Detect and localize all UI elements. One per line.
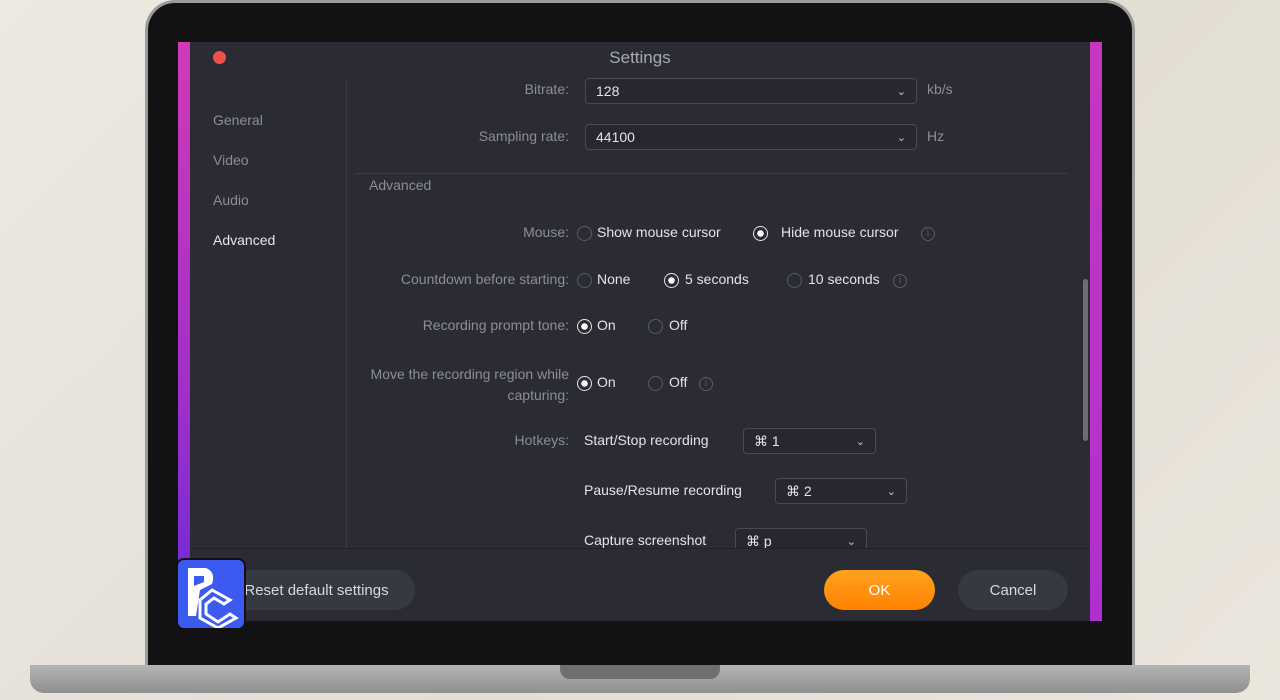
bitrate-unit: kb/s [927, 81, 953, 97]
bitrate-select[interactable]: 128 ⌄ [585, 78, 917, 104]
option-show-mouse-cursor[interactable]: Show mouse cursor [597, 224, 721, 240]
chevron-down-icon: ⌄ [896, 131, 906, 144]
radio-show-mouse-cursor[interactable] [577, 226, 592, 241]
radio-prompt-off[interactable] [648, 319, 663, 334]
chevron-down-icon: ⌄ [896, 85, 906, 98]
hotkey-value: ⌘ p [746, 532, 772, 549]
hotkeys-label: Hotkeys: [514, 432, 569, 448]
option-move-off[interactable]: Off [669, 374, 687, 390]
pc-logo-watermark [176, 558, 246, 630]
option-move-on[interactable]: On [597, 374, 616, 390]
hotkey-value: ⌘ 2 [786, 482, 812, 499]
hotkey-pause-resume-select[interactable]: ⌘ 2 ⌄ [775, 478, 907, 504]
sampling-rate-select[interactable]: 44100 ⌄ [585, 124, 917, 150]
radio-move-on[interactable] [577, 376, 592, 391]
sidebar-item-video[interactable]: Video [213, 152, 249, 168]
radio-countdown-10[interactable] [787, 273, 802, 288]
radio-prompt-on[interactable] [577, 319, 592, 334]
chevron-down-icon: ⌄ [846, 535, 856, 548]
radio-countdown-none[interactable] [577, 273, 592, 288]
sampling-rate-value: 44100 [596, 129, 635, 145]
option-prompt-off[interactable]: Off [669, 317, 687, 333]
countdown-label: Countdown before starting: [400, 271, 569, 287]
laptop-notch [560, 665, 720, 679]
sidebar-item-audio[interactable]: Audio [213, 192, 249, 208]
advanced-heading: Advanced [369, 177, 432, 193]
section-divider [355, 173, 1068, 174]
info-icon[interactable]: i [921, 227, 935, 241]
option-countdown-none[interactable]: None [597, 271, 630, 287]
sidebar-item-general[interactable]: General [213, 112, 263, 128]
prompt-tone-label: Recording prompt tone: [422, 317, 569, 333]
move-region-label-line2: capturing: [507, 387, 569, 403]
hotkey-screenshot-select[interactable]: ⌘ p ⌄ [735, 528, 867, 548]
sampling-rate-unit: Hz [927, 128, 945, 144]
hotkey-value: ⌘ 1 [754, 432, 780, 449]
chevron-down-icon: ⌄ [886, 485, 896, 498]
mouse-label: Mouse: [523, 224, 569, 240]
right-wallpaper-edge [1090, 42, 1102, 621]
hotkey-start-stop-select[interactable]: ⌘ 1 ⌄ [743, 428, 876, 454]
settings-content: Bitrate: 128 ⌄ kb/s Sampling rate: 44100 ⌄… [347, 72, 1087, 548]
info-icon[interactable]: i [893, 274, 907, 288]
option-prompt-on[interactable]: On [597, 317, 616, 333]
hotkey-pause-resume-label: Pause/Resume recording [584, 482, 742, 498]
sampling-rate-label: Sampling rate: [478, 128, 569, 144]
chevron-down-icon: ⌄ [855, 435, 865, 448]
settings-window: Settings General Video Audio Advanced Bi… [178, 42, 1102, 621]
move-region-label-line1: Move the recording region while [370, 366, 569, 382]
bitrate-value: 128 [596, 83, 620, 99]
radio-hide-mouse-cursor[interactable] [753, 226, 768, 241]
footer-divider [190, 548, 1090, 549]
info-icon[interactable]: i [699, 377, 713, 391]
radio-move-off[interactable] [648, 376, 663, 391]
left-wallpaper-edge [178, 42, 190, 621]
sidebar-item-advanced[interactable]: Advanced [213, 232, 275, 248]
pc-logo-icon [188, 568, 239, 630]
option-hide-mouse-cursor[interactable]: Hide mouse cursor [781, 224, 899, 240]
bitrate-label: Bitrate: [524, 81, 569, 97]
move-region-label: Move the recording region while capturing… [347, 364, 569, 406]
radio-countdown-5[interactable] [664, 273, 679, 288]
reset-default-settings-button[interactable]: Reset default settings [218, 570, 415, 610]
option-countdown-10[interactable]: 10 seconds [808, 271, 880, 287]
scrollbar[interactable] [1083, 279, 1088, 441]
cancel-button[interactable]: Cancel [958, 570, 1068, 610]
hotkey-screenshot-label: Capture screenshot [584, 532, 707, 548]
hotkey-start-stop-label: Start/Stop recording [584, 432, 709, 448]
window-title: Settings [609, 48, 671, 67]
ok-button[interactable]: OK [824, 570, 935, 610]
option-countdown-5[interactable]: 5 seconds [685, 271, 749, 287]
